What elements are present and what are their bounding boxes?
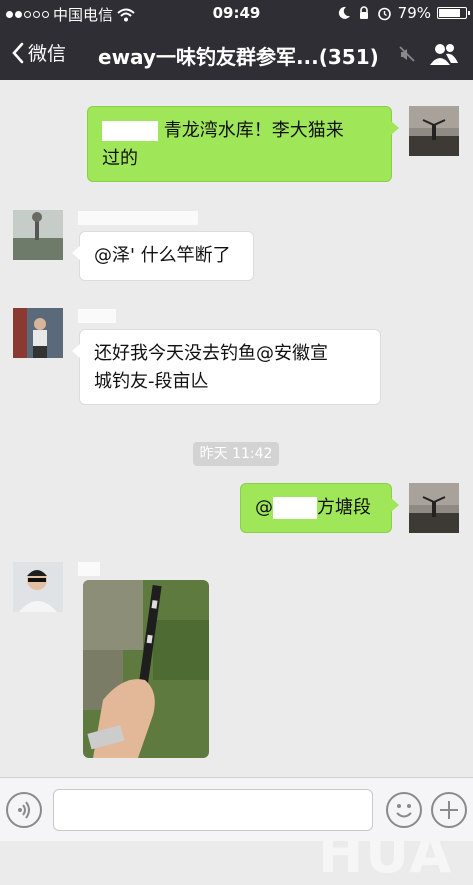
chevron-left-icon xyxy=(12,42,24,63)
plus-button[interactable] xyxy=(431,792,467,828)
message-text: 城钓友-段亩亾 xyxy=(94,371,209,392)
my-avatar[interactable] xyxy=(409,483,459,533)
my-avatar[interactable] xyxy=(409,106,459,156)
member-avatar[interactable] xyxy=(13,210,63,260)
message-text: 青龙湾水库！李大猫来 xyxy=(163,120,344,141)
message-text: @泽' 什么竿断了 xyxy=(94,245,231,266)
voice-icon xyxy=(18,801,30,819)
moon-icon xyxy=(338,6,350,19)
redacted-mention xyxy=(102,121,158,141)
emoji-button[interactable] xyxy=(386,792,422,828)
input-bar xyxy=(0,777,473,841)
battery-icon xyxy=(437,7,470,19)
message-bubble-sent[interactable]: @ 方塘段 xyxy=(240,483,399,533)
member-avatar[interactable] xyxy=(13,562,63,612)
sender-nickname-redacted xyxy=(78,211,198,225)
sender-nickname-redacted xyxy=(78,562,100,576)
message-text: 过的 xyxy=(102,148,138,169)
message-bubble-sent[interactable]: 青龙湾水库！李大猫来 过的 xyxy=(87,106,399,182)
chat-area[interactable]: 青龙湾水库！李大猫来 过的 @泽' 什么竿断了 还好我今天没去钓鱼@安徽宣 城钓… xyxy=(0,80,473,885)
chat-header: 微信 eway一味钓友群参军...(351) xyxy=(0,27,473,80)
battery-percent: 79% xyxy=(397,4,431,22)
message-bubble-received[interactable]: 还好我今天没去钓鱼@安徽宣 城钓友-段亩亾 xyxy=(72,329,381,405)
message-text: @ xyxy=(255,497,273,518)
member-avatar[interactable] xyxy=(13,308,63,358)
message-text: 还好我今天没去钓鱼@安徽宣 xyxy=(94,343,328,364)
message-input[interactable] xyxy=(53,789,373,831)
message-timestamp: 昨天 11:42 xyxy=(193,442,279,466)
alarm-icon xyxy=(377,7,391,20)
fishing-rod-photo[interactable] xyxy=(83,580,209,758)
group-members-icon[interactable] xyxy=(429,41,459,67)
status-bar: 中国电信 09:49 79% xyxy=(0,0,473,27)
emoji-icon xyxy=(396,804,412,818)
message-text: 方塘段 xyxy=(317,497,371,518)
voice-button[interactable] xyxy=(6,792,42,828)
redacted-mention xyxy=(273,497,317,519)
back-button[interactable]: 微信 xyxy=(10,39,66,66)
status-icons: 79% xyxy=(337,4,470,22)
plus-icon xyxy=(440,801,458,819)
sender-nickname-redacted xyxy=(78,309,116,323)
chat-title: eway一味钓友群参军...(351) xyxy=(98,45,379,69)
mute-icon xyxy=(399,46,415,62)
back-label: 微信 xyxy=(28,43,67,65)
orientation-lock-icon xyxy=(359,6,368,19)
message-bubble-received[interactable]: @泽' 什么竿断了 xyxy=(72,231,254,281)
